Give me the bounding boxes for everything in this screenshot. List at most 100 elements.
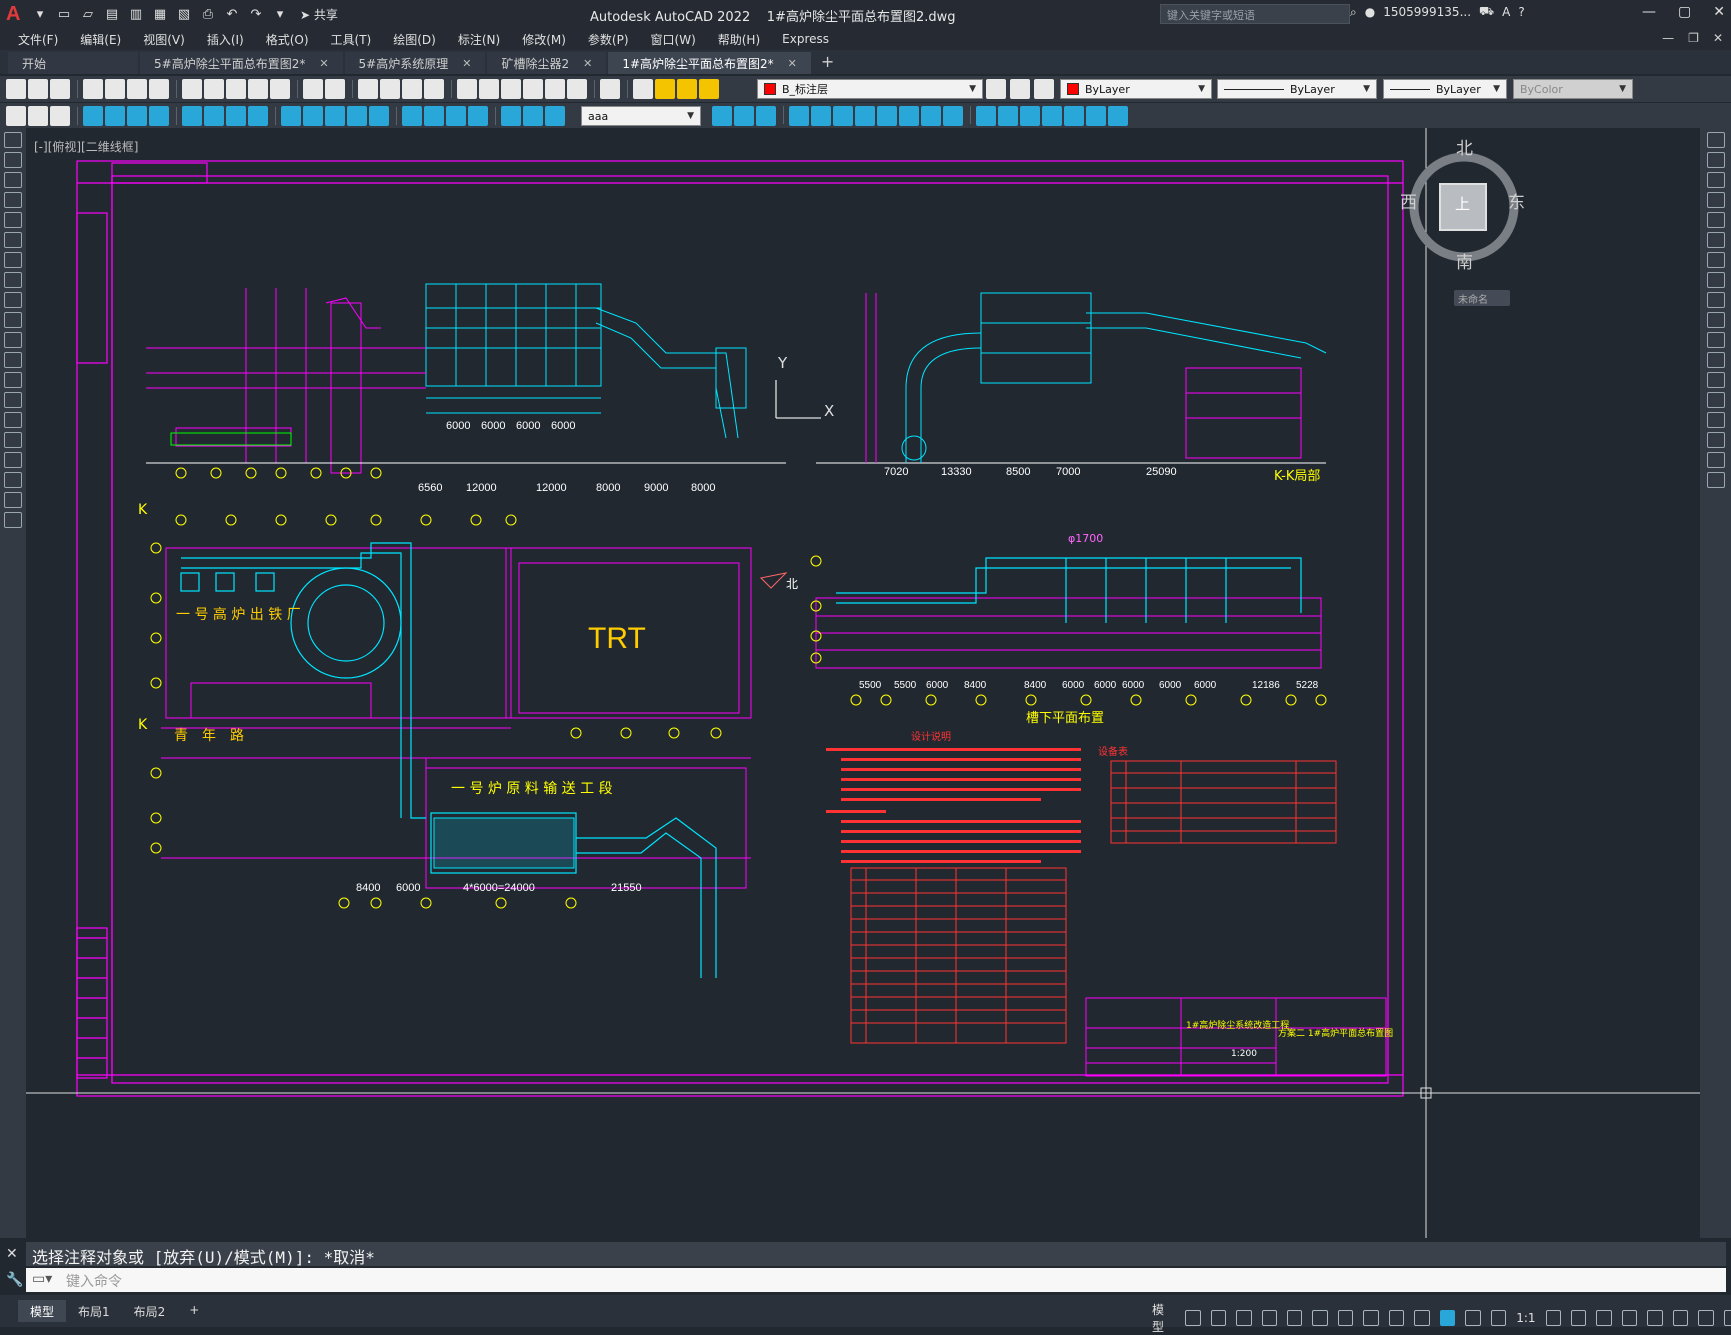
fillet-icon[interactable]: [1707, 432, 1725, 448]
preview-icon[interactable]: [105, 79, 125, 99]
multiline-text-icon[interactable]: [4, 492, 22, 508]
workspace-gear-icon[interactable]: [1545, 1310, 1561, 1326]
copy-icon[interactable]: [204, 79, 224, 99]
dimension-text-edit-icon[interactable]: [523, 106, 543, 126]
share-button[interactable]: ➤ 共享: [300, 6, 338, 23]
modify-tool-15-icon[interactable]: [1042, 106, 1062, 126]
color-dropdown[interactable]: ByLayer ▼: [1060, 79, 1212, 99]
ellipse-icon[interactable]: [4, 312, 22, 328]
layer-state-icon[interactable]: [1034, 79, 1054, 99]
doc-restore-button[interactable]: ❐: [1688, 31, 1699, 45]
ordinate-icon[interactable]: [149, 106, 169, 126]
layer-lock-icon[interactable]: [699, 79, 719, 99]
print-icon[interactable]: ⎙: [198, 4, 218, 24]
gradient-icon[interactable]: [4, 432, 22, 448]
plot-icon[interactable]: [83, 79, 103, 99]
circle-icon[interactable]: [4, 252, 22, 268]
search-input[interactable]: 键入关键字或短语: [1160, 4, 1350, 24]
revision-cloud-icon[interactable]: [4, 272, 22, 288]
insert-block-icon[interactable]: [4, 352, 22, 368]
zoom-previous-icon[interactable]: [424, 79, 444, 99]
units-icon[interactable]: [1596, 1310, 1612, 1326]
viewcube-south[interactable]: 南: [1456, 248, 1473, 273]
layer-freeze-icon[interactable]: [677, 79, 697, 99]
break-at-point-icon[interactable]: [1707, 352, 1725, 368]
clean-screen-icon[interactable]: [1698, 1310, 1714, 1326]
tab-layout2[interactable]: 布局2: [122, 1300, 178, 1322]
quick-properties-icon[interactable]: [1621, 1310, 1638, 1326]
open-icon[interactable]: [28, 79, 48, 99]
dimension-edit-icon[interactable]: [501, 106, 521, 126]
tab-file-trough[interactable]: 矿槽除尘器2 ✕: [487, 52, 607, 74]
insert-icon[interactable]: [50, 106, 70, 126]
new-file-icon[interactable]: ▭: [54, 4, 74, 24]
drawing-viewport[interactable]: [-][俯视][二维线框] Y X 6560 12000 12000 8000 …: [26, 128, 1700, 1238]
modify-tool-13-icon[interactable]: [998, 106, 1018, 126]
publish-icon[interactable]: [127, 79, 147, 99]
undo-icon[interactable]: ↶: [222, 4, 242, 24]
qnew-icon[interactable]: [6, 79, 26, 99]
user-icon[interactable]: ●: [1365, 5, 1375, 19]
layer-dropdown[interactable]: B_标注层 ▼: [757, 79, 983, 99]
close-icon[interactable]: ✕: [6, 1246, 18, 1262]
modify-tool-11-icon[interactable]: [943, 106, 963, 126]
quickcalc-icon[interactable]: [567, 79, 587, 99]
polar-icon[interactable]: [1286, 1310, 1303, 1326]
jogged-icon[interactable]: [204, 106, 224, 126]
center-mark-icon[interactable]: [424, 106, 444, 126]
viewcube-top-face[interactable]: 上: [1455, 193, 1470, 214]
close-icon[interactable]: ✕: [462, 57, 471, 70]
save-icon[interactable]: ▤: [102, 4, 122, 24]
baseline-icon[interactable]: [303, 106, 323, 126]
isodraft-icon[interactable]: [1312, 1310, 1328, 1326]
jogged-linear-icon[interactable]: [468, 106, 488, 126]
paste-icon[interactable]: [226, 79, 246, 99]
angular-icon[interactable]: [248, 106, 268, 126]
close-icon[interactable]: ✕: [583, 57, 592, 70]
hardware-acceleration-icon[interactable]: [1672, 1310, 1689, 1326]
layer-properties-icon[interactable]: [633, 79, 653, 99]
mirror-icon[interactable]: [1707, 172, 1725, 188]
viewcube-north[interactable]: 北: [1456, 134, 1473, 159]
close-button[interactable]: ✕: [1713, 4, 1725, 20]
draw-order-icon[interactable]: [6, 106, 26, 126]
tab-layout1[interactable]: 布局1: [66, 1300, 122, 1322]
isolate-objects-icon[interactable]: [1647, 1310, 1663, 1326]
make-current-layer-icon[interactable]: [986, 79, 1006, 99]
erase-icon[interactable]: [1707, 132, 1725, 148]
point-icon[interactable]: [4, 392, 22, 408]
make-block-icon[interactable]: [4, 372, 22, 388]
block-editor-icon[interactable]: [270, 79, 290, 99]
menu-insert[interactable]: 插入(I): [207, 31, 244, 48]
customize-icon[interactable]: 🔧: [6, 1272, 23, 1288]
arc-icon[interactable]: [4, 232, 22, 248]
modify-tool-9-icon[interactable]: [899, 106, 919, 126]
pan-icon[interactable]: [358, 79, 378, 99]
open-file-icon[interactable]: ▱: [78, 4, 98, 24]
ortho-icon[interactable]: [1261, 1310, 1277, 1326]
dimension-break-icon[interactable]: [369, 106, 389, 126]
array-icon[interactable]: [1707, 212, 1725, 228]
plotstyle-dropdown[interactable]: ByColor ▼: [1513, 79, 1633, 99]
lineweight-icon[interactable]: [1388, 1310, 1405, 1326]
polyline-icon[interactable]: [4, 172, 22, 188]
annotation-scale-icon[interactable]: [1490, 1310, 1507, 1326]
modify-tool-14-icon[interactable]: [1020, 106, 1040, 126]
autocad-logo-icon[interactable]: A: [6, 3, 26, 25]
menu-view[interactable]: 视图(V): [143, 31, 185, 48]
auto-scale-icon[interactable]: [1465, 1310, 1481, 1326]
stretch-icon[interactable]: [1707, 292, 1725, 308]
save-icon[interactable]: [50, 79, 70, 99]
modify-tool-6-icon[interactable]: [833, 106, 853, 126]
annotation-visibility-icon[interactable]: [1439, 1310, 1456, 1326]
help-icon[interactable]: ?: [1518, 5, 1524, 19]
trim-icon[interactable]: [1707, 312, 1725, 328]
model-space-label[interactable]: 模型: [1152, 1301, 1175, 1335]
radius-icon[interactable]: [182, 106, 202, 126]
design-center-icon[interactable]: [479, 79, 499, 99]
doc-minimize-button[interactable]: —: [1662, 31, 1674, 45]
viewcube-east[interactable]: 东: [1508, 188, 1525, 213]
hatch-icon[interactable]: [4, 412, 22, 428]
zoom-window-icon[interactable]: [402, 79, 422, 99]
modify-tool-4-icon[interactable]: [789, 106, 809, 126]
